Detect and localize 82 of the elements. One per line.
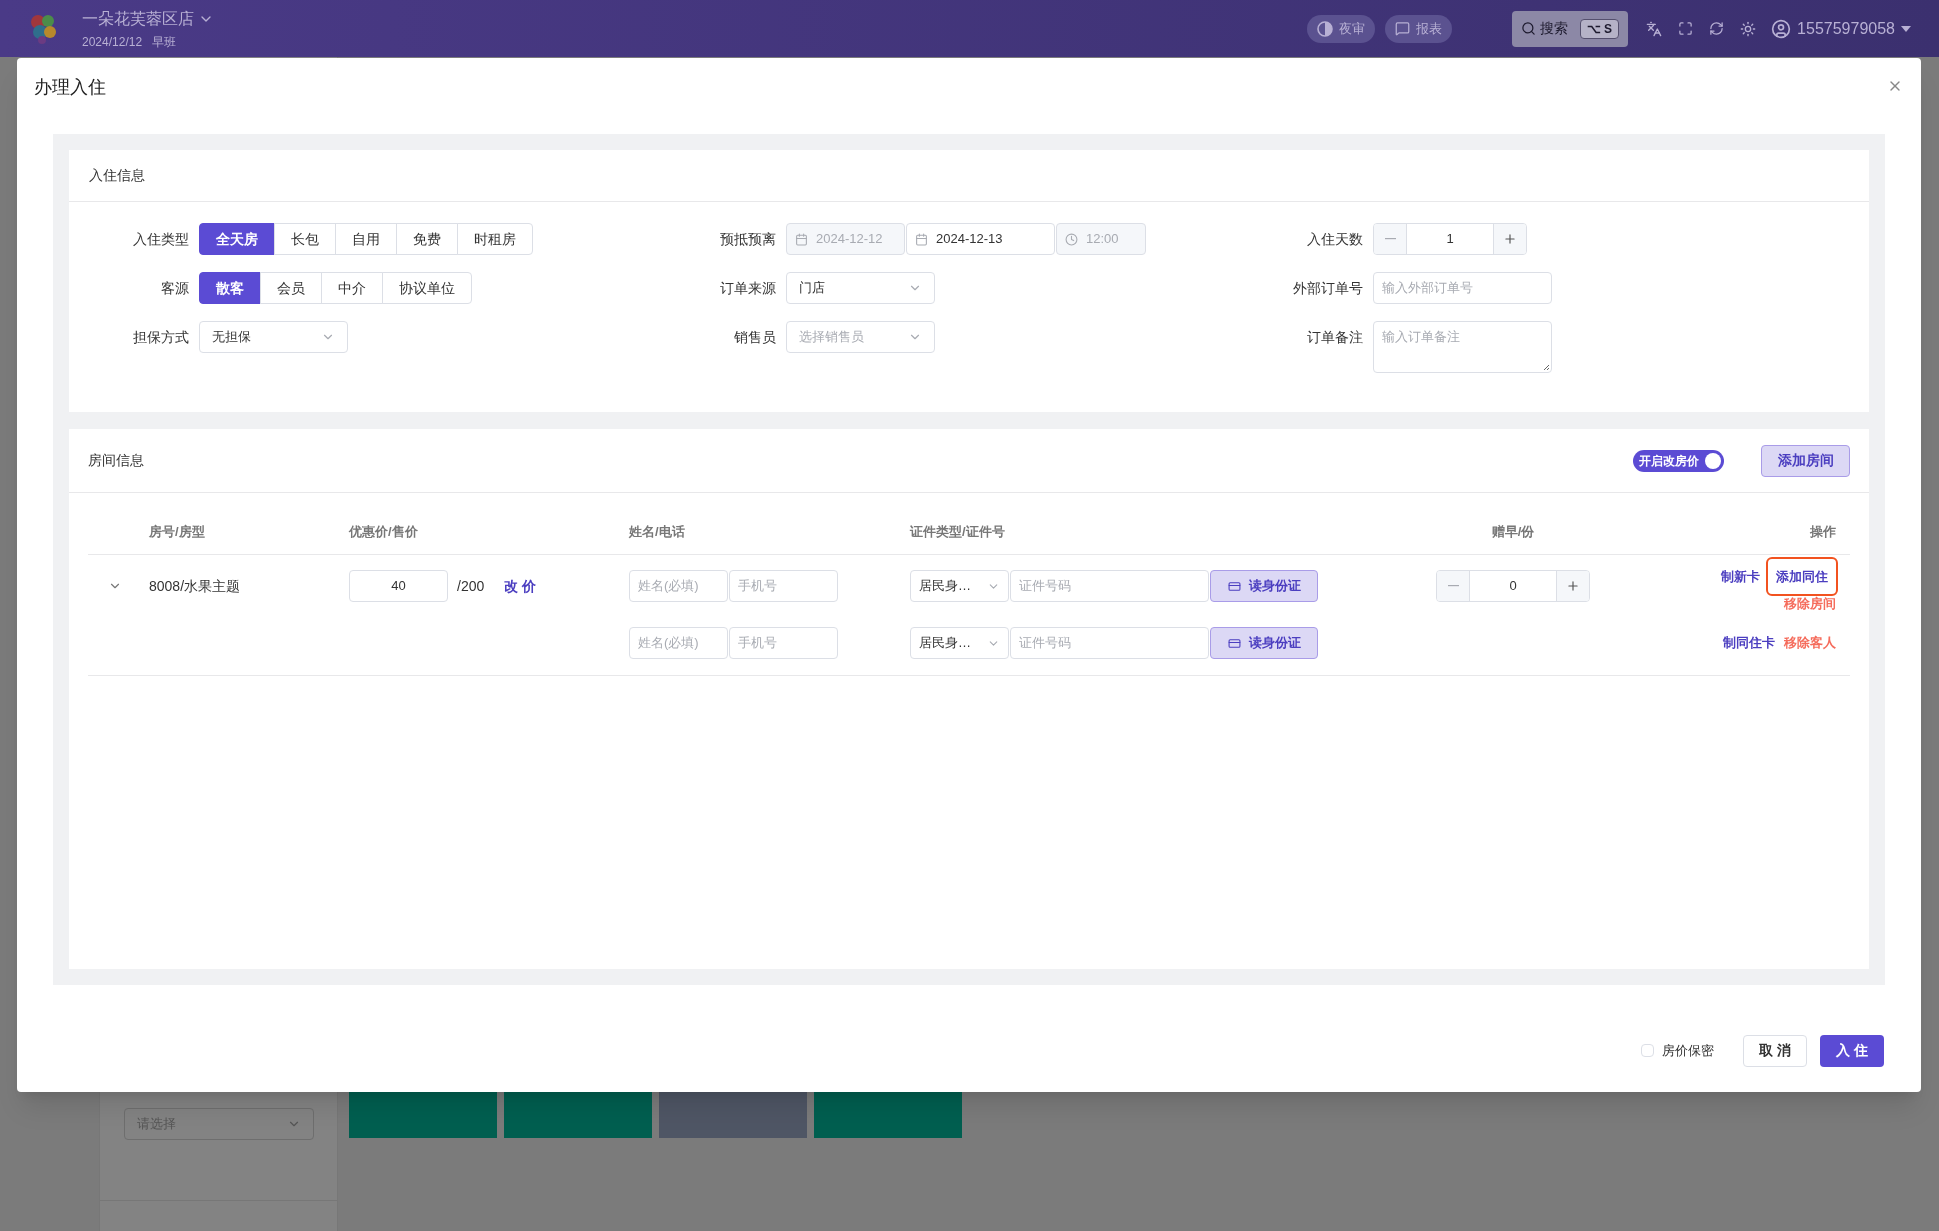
date-field[interactable]: 2024-12-13 bbox=[906, 223, 1055, 255]
section-title: 房间信息 bbox=[88, 451, 144, 470]
segment-option[interactable]: 长包 bbox=[274, 223, 336, 255]
segment-option[interactable]: 免费 bbox=[396, 223, 458, 255]
store-name[interactable]: 一朵花芙蓉区店 bbox=[82, 6, 194, 31]
resize-handle-icon bbox=[1543, 364, 1550, 371]
action-link[interactable]: 制同住卡 bbox=[1723, 633, 1775, 653]
night-audit-button[interactable]: 夜审 bbox=[1306, 14, 1375, 43]
price-edit-toggle[interactable]: 开启改房价 bbox=[1633, 449, 1724, 472]
segment-option[interactable]: 自用 bbox=[335, 223, 397, 255]
card-icon bbox=[1227, 579, 1241, 593]
segment-option[interactable]: 散客 bbox=[199, 272, 261, 304]
action-link[interactable]: 制新卡 bbox=[1721, 566, 1760, 586]
add-room-button[interactable]: 添加房间 bbox=[1761, 444, 1850, 477]
section-title: 入住信息 bbox=[89, 166, 145, 185]
fullscreen-icon[interactable] bbox=[1678, 21, 1694, 36]
search-button[interactable]: 搜索 ⌥ S bbox=[1511, 10, 1629, 47]
field-label: 销售员 bbox=[733, 328, 777, 347]
sun-icon[interactable] bbox=[1740, 20, 1757, 37]
column-header: 证件类型/证件号 bbox=[910, 522, 1006, 541]
change-price-link[interactable]: 改 价 bbox=[504, 575, 537, 597]
room-tile[interactable] bbox=[349, 1092, 497, 1138]
checkbox-label: 房价保密 bbox=[1662, 1041, 1714, 1060]
column-header: 赠早/份 bbox=[1491, 522, 1535, 541]
room-name: 8008/水果主题 bbox=[149, 576, 242, 596]
clock-icon bbox=[1065, 232, 1078, 246]
caret-down-icon[interactable] bbox=[1901, 25, 1911, 32]
field-label: 担保方式 bbox=[132, 328, 190, 347]
refresh-icon[interactable] bbox=[1709, 21, 1725, 36]
confirm-button[interactable]: 入 住 bbox=[1820, 1034, 1884, 1067]
translate-icon[interactable] bbox=[1646, 20, 1663, 37]
plus-icon bbox=[1566, 579, 1580, 593]
calendar-icon bbox=[915, 232, 928, 246]
date-text: 2024/12/12 bbox=[82, 33, 143, 51]
read-id-button[interactable]: 读身份证 bbox=[1210, 627, 1318, 659]
decrement-button[interactable] bbox=[1374, 224, 1407, 254]
increment-button[interactable] bbox=[1556, 571, 1589, 601]
field-label: 入住天数 bbox=[1306, 230, 1364, 249]
column-header: 房号/房型 bbox=[149, 522, 206, 541]
room-tile[interactable] bbox=[504, 1092, 652, 1138]
price-field[interactable]: 40 bbox=[349, 570, 448, 602]
user-avatar-icon bbox=[1771, 18, 1792, 39]
id-type-select[interactable]: 居民身… bbox=[910, 627, 1009, 659]
plus-icon bbox=[1503, 232, 1517, 246]
sale-price: /200 bbox=[457, 576, 485, 596]
field-label: 预抵预离 bbox=[719, 230, 777, 249]
field-label: 订单来源 bbox=[719, 279, 777, 298]
minus-icon bbox=[1447, 585, 1459, 587]
calendar-icon bbox=[795, 232, 808, 246]
minus-icon bbox=[1384, 238, 1396, 240]
field-label: 客源 bbox=[160, 279, 190, 298]
search-icon bbox=[1520, 21, 1536, 36]
column-header: 优惠价/售价 bbox=[349, 522, 419, 541]
half-circle-icon bbox=[1316, 20, 1333, 37]
user-phone[interactable]: 15575979058 bbox=[1797, 16, 1895, 41]
read-id-button[interactable]: 读身份证 bbox=[1210, 570, 1318, 602]
room-tile[interactable] bbox=[659, 1092, 807, 1138]
field-label: 外部订单号 bbox=[1292, 279, 1364, 298]
room-tile[interactable] bbox=[814, 1092, 962, 1138]
field-label: 订单备注 bbox=[1306, 328, 1364, 347]
card-icon bbox=[1227, 636, 1241, 650]
select-field[interactable]: 无担保 bbox=[199, 321, 348, 353]
segment-option[interactable]: 会员 bbox=[260, 272, 322, 304]
shift-text: 早班 bbox=[152, 33, 177, 51]
cancel-button[interactable]: 取 消 bbox=[1743, 1034, 1807, 1067]
select-field[interactable]: 门店 bbox=[786, 272, 935, 304]
dialog-title: 办理入住 bbox=[34, 76, 106, 99]
id-type-select[interactable]: 居民身… bbox=[910, 570, 1009, 602]
field-label: 入住类型 bbox=[132, 230, 190, 249]
column-header: 姓名/电话 bbox=[629, 522, 686, 541]
shortcut-key: ⌥ S bbox=[1579, 18, 1620, 39]
segment-option[interactable]: 协议单位 bbox=[382, 272, 472, 304]
action-link[interactable]: 添加同住 bbox=[1768, 558, 1836, 594]
report-button[interactable]: 报表 bbox=[1384, 14, 1452, 43]
segment-option[interactable]: 时租房 bbox=[457, 223, 533, 255]
increment-button[interactable] bbox=[1493, 224, 1526, 254]
segment-option[interactable]: 全天房 bbox=[199, 223, 275, 255]
column-header: 操作 bbox=[1810, 522, 1837, 541]
segment-option[interactable]: 中介 bbox=[321, 272, 383, 304]
checkbox[interactable] bbox=[1641, 1044, 1654, 1057]
message-icon bbox=[1394, 21, 1410, 36]
decrement-button[interactable] bbox=[1437, 571, 1470, 601]
